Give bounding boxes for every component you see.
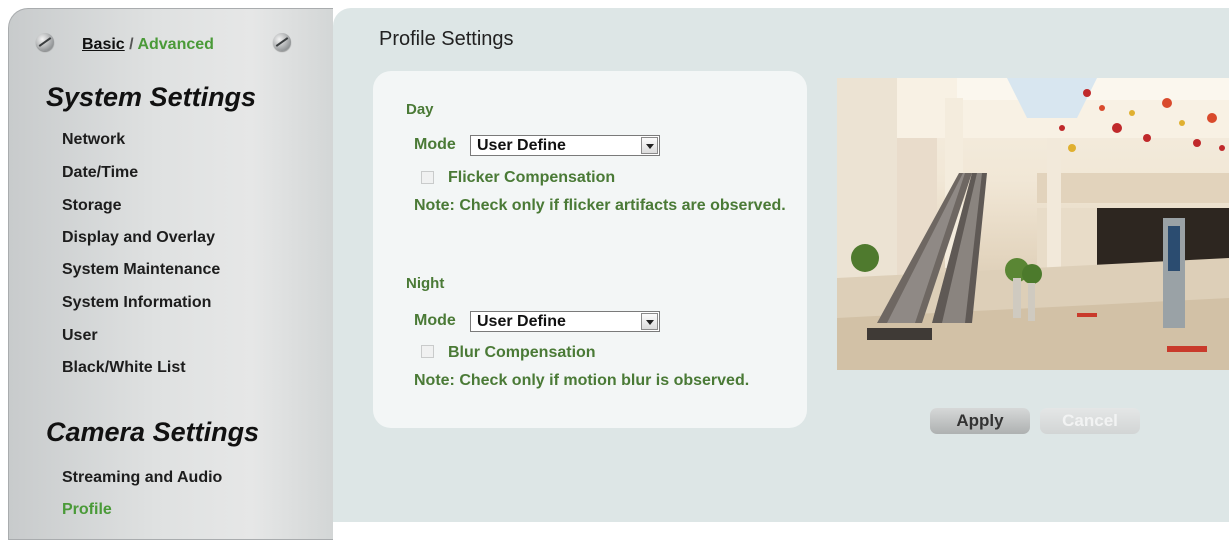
sidebar-item-display-overlay[interactable]: Display and Overlay (62, 229, 215, 247)
cancel-button[interactable]: Cancel (1040, 408, 1140, 434)
day-mode-select[interactable]: User Define (470, 135, 660, 156)
day-section-title: Day (406, 101, 434, 118)
night-mode-select[interactable]: User Define (470, 311, 660, 332)
night-mode-label: Mode (414, 312, 456, 329)
mall-scene-graphic (837, 78, 1229, 370)
camera-preview-image (837, 78, 1229, 370)
mode-switch: Basic / Advanced (82, 36, 214, 54)
flicker-compensation-checkbox[interactable] (421, 171, 434, 184)
sidebar-item-system-information[interactable]: System Information (62, 294, 211, 312)
sidebar-item-streaming-audio[interactable]: Streaming and Audio (62, 469, 222, 487)
day-mode-value: User Define (477, 137, 566, 154)
chevron-down-icon[interactable] (641, 313, 658, 330)
profile-panel: Day Mode User Define Flicker Compensatio… (373, 71, 807, 428)
page-title: Profile Settings (379, 28, 514, 50)
system-settings-title: System Settings (46, 82, 257, 112)
screw-icon (36, 33, 54, 51)
blur-compensation-label: Blur Compensation (448, 344, 596, 361)
sidebar-item-storage[interactable]: Storage (62, 197, 122, 215)
sidebar-item-system-maintenance[interactable]: System Maintenance (62, 261, 220, 279)
night-mode-value: User Define (477, 313, 566, 330)
sidebar-item-user[interactable]: User (62, 327, 98, 345)
screw-icon (273, 33, 291, 51)
sidebar-item-profile[interactable]: Profile (62, 501, 112, 519)
sidebar-item-black-white-list[interactable]: Black/White List (62, 359, 186, 377)
basic-mode-link[interactable]: Basic (82, 36, 125, 53)
blur-compensation-checkbox[interactable] (421, 345, 434, 358)
sidebar-top-bar: Basic / Advanced (9, 9, 333, 75)
advanced-mode-link[interactable]: Advanced (137, 36, 213, 53)
sidebar-item-date-time[interactable]: Date/Time (62, 164, 138, 182)
night-section-title: Night (406, 275, 445, 292)
apply-button[interactable]: Apply (930, 408, 1030, 434)
chevron-down-icon[interactable] (641, 137, 658, 154)
sidebar-item-network[interactable]: Network (62, 131, 125, 149)
mode-separator: / (124, 36, 138, 53)
day-note: Note: Check only if flicker artifacts ar… (414, 197, 786, 214)
night-note: Note: Check only if motion blur is obser… (414, 372, 750, 389)
main-content: Profile Settings Day Mode User Define Fl… (333, 8, 1229, 522)
flicker-compensation-label: Flicker Compensation (448, 169, 616, 186)
camera-settings-title: Camera Settings (46, 417, 260, 447)
day-mode-label: Mode (414, 136, 456, 153)
sidebar: Basic / Advanced System Settings Network… (8, 8, 333, 540)
